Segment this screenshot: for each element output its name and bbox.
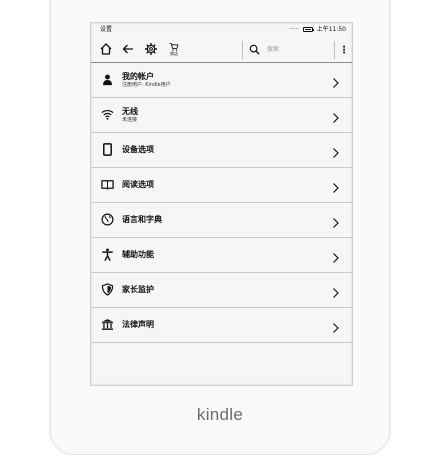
chevron-right-icon — [332, 214, 340, 228]
toolbar-divider — [334, 41, 335, 59]
settings-item-reading-options[interactable]: 阅读选项 — [91, 168, 352, 203]
back-icon[interactable] — [120, 41, 136, 57]
toolbar-divider — [242, 41, 243, 59]
settings-item-language-dictionaries[interactable]: 语言和字典 — [91, 203, 352, 238]
device-icon — [100, 142, 114, 156]
search-input[interactable] — [267, 45, 327, 53]
chevron-right-icon — [332, 319, 340, 333]
chevron-right-icon — [332, 284, 340, 298]
status-title: 设置 — [100, 26, 113, 33]
store-button[interactable]: 商店 — [166, 41, 182, 57]
item-label: 我的帐户 — [122, 72, 154, 81]
store-label: 商店 — [170, 51, 178, 56]
wifi-icon — [100, 107, 114, 121]
status-indicators: ······ 上午11:50 — [289, 23, 346, 36]
search-icon — [249, 44, 260, 55]
status-bar: 设置 ······ 上午11:50 — [91, 23, 352, 36]
accessibility-icon — [100, 247, 114, 261]
toolbar: 商店 ⋮ — [91, 37, 352, 63]
chevron-right-icon — [332, 144, 340, 158]
item-sublabel: 未连接 — [122, 117, 138, 123]
item-label: 辅助功能 — [122, 250, 154, 259]
item-label: 语言和字典 — [122, 215, 162, 224]
settings-item-my-account[interactable]: 我的帐户 注册用户: Kindle用户 — [91, 63, 352, 98]
signal-indicator: ······ — [289, 26, 299, 32]
settings-gear-icon[interactable] — [143, 41, 159, 57]
clock: 上午11:50 — [316, 26, 346, 33]
settings-item-device-options[interactable]: 设备选项 — [91, 133, 352, 168]
search-field[interactable] — [244, 40, 334, 58]
item-label: 法律声明 — [122, 320, 154, 329]
battery-icon — [302, 27, 314, 32]
more-vertical-icon[interactable]: ⋮ — [339, 43, 349, 57]
book-icon — [100, 177, 114, 191]
chevron-right-icon — [332, 249, 340, 263]
chevron-right-icon — [332, 74, 340, 88]
settings-item-wireless[interactable]: 无线 未连接 — [91, 98, 352, 133]
item-label: 家长监护 — [122, 285, 154, 294]
person-icon — [100, 72, 114, 86]
chevron-right-icon — [332, 109, 340, 123]
home-icon[interactable] — [98, 41, 114, 57]
settings-item-legal[interactable]: 法律声明 — [91, 308, 352, 343]
item-label: 阅读选项 — [122, 180, 154, 189]
kindle-logo: kindle — [196, 405, 244, 424]
eink-screen: 设置 ······ 上午11:50 商店 ⋮ — [90, 22, 353, 386]
settings-item-accessibility[interactable]: 辅助功能 — [91, 238, 352, 273]
globe-icon — [100, 212, 114, 226]
item-sublabel: 注册用户: Kindle用户 — [122, 82, 171, 88]
settings-item-parental-controls[interactable]: 家长监护 — [91, 273, 352, 308]
shield-icon — [100, 282, 114, 296]
chevron-right-icon — [332, 179, 340, 193]
item-label: 设备选项 — [122, 145, 154, 154]
settings-list: 我的帐户 注册用户: Kindle用户 无线 未连接 设备选项 阅读选项 语言和… — [91, 63, 352, 343]
legal-building-icon — [100, 317, 114, 331]
item-label: 无线 — [122, 107, 138, 116]
